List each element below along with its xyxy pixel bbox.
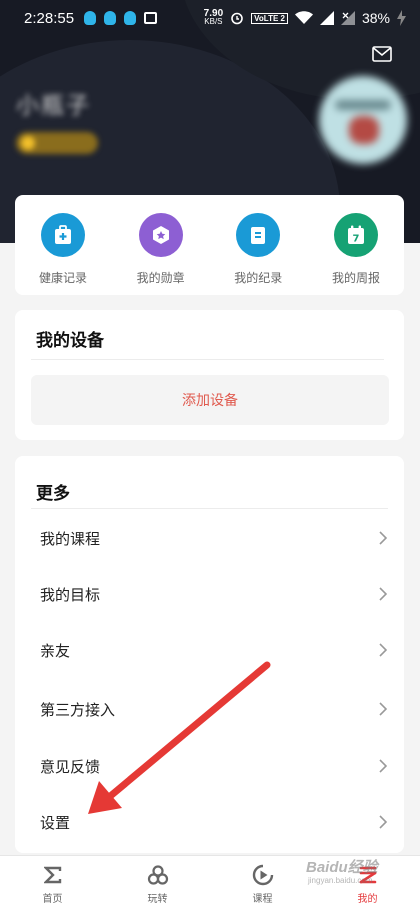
menu-item-label: 设置 — [40, 813, 71, 832]
qq-notification-icon — [104, 11, 117, 25]
menu-item-my-goals[interactable]: 我的目标 — [15, 570, 404, 618]
battery-percent: 38% — [361, 10, 390, 26]
tab-label: 我的 — [357, 894, 378, 905]
menu-item-third-party[interactable]: 第三方接入 — [15, 685, 404, 733]
status-time: 2:28:55 — [24, 9, 75, 27]
record-icon — [236, 213, 281, 257]
more-title: 更多 — [36, 484, 70, 504]
chevron-right-icon — [379, 643, 387, 657]
quick-action-label: 健康记录 — [38, 271, 87, 285]
more-card: 更多 我的课程 我的目标 亲友 第三方接入 意见反馈 设置 — [15, 456, 404, 853]
tab-home[interactable]: 首页 — [0, 856, 105, 905]
chevron-right-icon — [379, 531, 387, 545]
tab-label: 玩转 — [147, 894, 168, 905]
bottom-tab-bar: 首页 玩转 课程 我的 — [0, 855, 420, 905]
menu-item-settings[interactable]: 设置 — [15, 798, 404, 846]
play-icon — [251, 863, 275, 887]
chevron-right-icon — [379, 815, 387, 829]
chevron-right-icon — [379, 759, 387, 773]
volte-badge: VoLTE 2 — [251, 12, 288, 24]
my-devices-card: 我的设备 添加设备 — [15, 310, 404, 440]
status-bar: 2:28:55 7.90 KB/S VoLTE 2 38% — [0, 0, 420, 36]
alarm-icon — [231, 12, 243, 25]
quick-action-label: 我的勋章 — [136, 271, 185, 285]
menu-item-feedback[interactable]: 意见反馈 — [15, 742, 404, 790]
chevron-right-icon — [379, 587, 387, 601]
menu-item-label: 意见反馈 — [40, 757, 101, 776]
quick-action-label: 我的纪录 — [234, 271, 283, 285]
username[interactable]: 小瓶子 — [16, 86, 91, 120]
qq-notification-icon — [84, 11, 97, 25]
divider — [31, 508, 388, 509]
quick-action-label: 我的周报 — [331, 271, 380, 285]
quick-action-weekly-report[interactable]: 7 我的周报 — [316, 195, 396, 295]
explore-icon — [146, 863, 170, 887]
medal-icon — [138, 213, 183, 257]
mail-icon[interactable] — [372, 46, 392, 62]
add-device-button[interactable]: 添加设备 — [31, 375, 389, 425]
chevron-right-icon — [379, 702, 387, 716]
image-notification-icon — [144, 12, 158, 24]
network-speed: 7.90 KB/S — [204, 9, 223, 26]
wifi-icon — [294, 11, 313, 24]
menu-item-label: 我的课程 — [40, 529, 101, 548]
quick-actions-card: 健康记录 我的勋章 我的纪录 7 我的周报 — [15, 195, 404, 295]
tab-courses[interactable]: 课程 — [210, 856, 315, 905]
tab-label: 首页 — [42, 894, 63, 905]
me-icon — [356, 863, 380, 887]
menu-item-my-courses[interactable]: 我的课程 — [15, 514, 404, 562]
avatar[interactable] — [319, 76, 407, 164]
signal-icon — [319, 11, 334, 25]
quick-action-my-medals[interactable]: 我的勋章 — [121, 195, 201, 295]
menu-item-family-friends[interactable]: 亲友 — [15, 626, 404, 674]
battery-charging-icon — [397, 10, 406, 26]
signal-no-service-icon — [340, 11, 355, 25]
network-speed-unit: KB/S — [204, 17, 223, 26]
level-badge[interactable] — [16, 132, 98, 154]
qq-notification-icon — [124, 11, 137, 25]
menu-item-label: 亲友 — [40, 641, 71, 660]
tab-explore[interactable]: 玩转 — [105, 856, 210, 905]
divider — [31, 359, 384, 360]
my-devices-title: 我的设备 — [36, 331, 104, 351]
medical-kit-icon — [41, 213, 85, 257]
menu-item-label: 第三方接入 — [40, 700, 116, 719]
tab-label: 课程 — [252, 894, 273, 905]
quick-action-health-records[interactable]: 健康记录 — [23, 195, 103, 295]
quick-action-my-records[interactable]: 我的纪录 — [218, 195, 298, 295]
calendar-icon: 7 — [333, 213, 378, 257]
tab-me[interactable]: 我的 — [315, 856, 420, 905]
calendar-day: 7 — [352, 234, 359, 245]
menu-item-label: 我的目标 — [40, 585, 101, 604]
sigma-icon — [41, 863, 65, 887]
